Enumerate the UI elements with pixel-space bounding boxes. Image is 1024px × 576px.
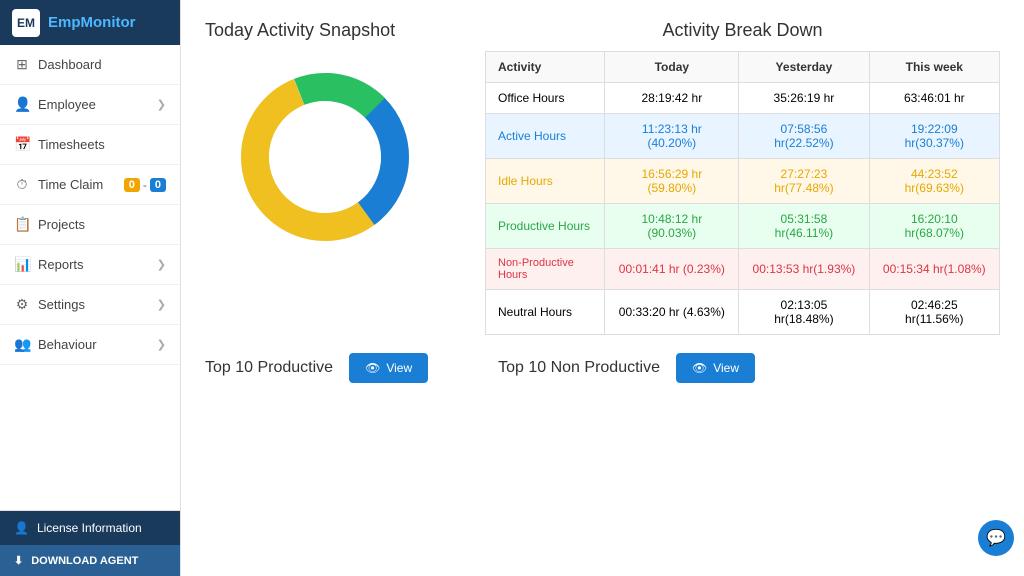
timeclaim-badges: 0 - 0 — [124, 178, 166, 192]
row-yesterday: 02:13:05hr(18.48%) — [739, 290, 869, 335]
view-label: View — [386, 361, 412, 375]
chevron-right-icon: ❯ — [157, 338, 166, 351]
row-label: Neutral Hours — [486, 290, 605, 335]
sidebar-item-behaviour[interactable]: 👥 Behaviour ❯ — [0, 325, 180, 365]
logo-monitor: Monitor — [81, 14, 136, 31]
row-today: 11:23:13 hr(40.20%) — [605, 114, 739, 159]
row-today: 28:19:42 hr — [605, 83, 739, 114]
sidebar-item-label: Settings — [38, 297, 157, 312]
sidebar-item-dashboard[interactable]: ⊞ Dashboard — [0, 45, 180, 85]
row-label: Productive Hours — [486, 204, 605, 249]
donut-chart — [225, 57, 425, 257]
view-icon: 👁 — [692, 361, 707, 375]
non-productive-title: Top 10 Non Productive — [498, 359, 660, 377]
license-icon: 👤 — [14, 521, 29, 535]
logo-text: EmpMonitor — [48, 14, 136, 31]
row-today: 10:48:12 hr(90.03%) — [605, 204, 739, 249]
table-row: Office Hours 28:19:42 hr 35:26:19 hr 63:… — [486, 83, 1000, 114]
bottom-left: Top 10 Productive 👁 View — [205, 353, 428, 383]
sidebar: EM EmpMonitor ⊞ Dashboard 👤 Employee ❯ 📅… — [0, 0, 181, 576]
logo-area: EM EmpMonitor — [0, 0, 180, 45]
row-today: 00:01:41 hr (0.23%) — [605, 249, 739, 290]
table-row: Neutral Hours 00:33:20 hr (4.63%) 02:13:… — [486, 290, 1000, 335]
chat-bubble[interactable]: 💬 — [978, 520, 1014, 556]
sidebar-item-settings[interactable]: ⚙ Settings ❯ — [0, 285, 180, 325]
badge-val1: 0 — [124, 178, 140, 192]
row-label: Office Hours — [486, 83, 605, 114]
view-icon: 👁 — [365, 361, 380, 375]
sidebar-item-label: Time Claim — [38, 177, 124, 192]
dashboard-icon: ⊞ — [14, 56, 30, 73]
sidebar-bottom: 👤 License Information ⬇ DOWNLOAD AGENT — [0, 510, 180, 576]
col-header-yesterday: Yesterday — [739, 52, 869, 83]
view-productive-button[interactable]: 👁 View — [349, 353, 428, 383]
sidebar-item-reports[interactable]: 📊 Reports ❯ — [0, 245, 180, 285]
row-today: 16:56:29 hr(59.80%) — [605, 159, 739, 204]
breakdown-section: Activity Break Down Activity Today Yeste… — [485, 20, 1000, 335]
sidebar-item-label: Behaviour — [38, 337, 157, 352]
row-label: Idle Hours — [486, 159, 605, 204]
row-yesterday: 05:31:58hr(46.11%) — [739, 204, 869, 249]
table-row: Non-ProductiveHours 00:01:41 hr (0.23%) … — [486, 249, 1000, 290]
col-header-week: This week — [869, 52, 999, 83]
settings-icon: ⚙ — [14, 296, 30, 313]
breakdown-title: Activity Break Down — [485, 20, 1000, 41]
breakdown-table: Activity Today Yesterday This week Offic… — [485, 51, 1000, 335]
row-week: 16:20:10hr(68.07%) — [869, 204, 999, 249]
sidebar-item-label: Projects — [38, 217, 166, 232]
col-header-today: Today — [605, 52, 739, 83]
reports-icon: 📊 — [14, 256, 30, 273]
main-content: Today Activity Snapshot — [181, 0, 1024, 576]
badge-val2: 0 — [150, 178, 166, 192]
license-label: License Information — [37, 521, 142, 535]
bottom-right: Top 10 Non Productive 👁 View — [498, 353, 755, 383]
row-week: 02:46:25hr(11.56%) — [869, 290, 999, 335]
row-today: 00:33:20 hr (4.63%) — [605, 290, 739, 335]
sidebar-item-label: Reports — [38, 257, 157, 272]
sidebar-item-employee[interactable]: 👤 Employee ❯ — [0, 85, 180, 125]
row-week: 63:46:01 hr — [869, 83, 999, 114]
download-label: DOWNLOAD AGENT — [31, 555, 138, 567]
sidebar-item-projects[interactable]: 📋 Projects — [0, 205, 180, 245]
behaviour-icon: 👥 — [14, 336, 30, 353]
snapshot-section: Today Activity Snapshot — [205, 20, 1000, 335]
chevron-right-icon: ❯ — [157, 298, 166, 311]
sidebar-item-label: Dashboard — [38, 57, 166, 72]
snapshot-left: Today Activity Snapshot — [205, 20, 445, 257]
row-yesterday: 07:58:56hr(22.52%) — [739, 114, 869, 159]
timeclaim-icon: ⏱ — [14, 176, 30, 193]
row-yesterday: 35:26:19 hr — [739, 83, 869, 114]
table-row: Idle Hours 16:56:29 hr(59.80%) 27:27:23h… — [486, 159, 1000, 204]
sidebar-item-timeclaim[interactable]: ⏱ Time Claim 0 - 0 — [0, 165, 180, 205]
productive-title: Top 10 Productive — [205, 359, 333, 377]
view-non-productive-button[interactable]: 👁 View — [676, 353, 755, 383]
row-yesterday: 00:13:53 hr(1.93%) — [739, 249, 869, 290]
sidebar-item-label: Timesheets — [38, 137, 166, 152]
bottom-section: Top 10 Productive 👁 View Top 10 Non Prod… — [205, 353, 1000, 383]
sidebar-item-label: Employee — [38, 97, 157, 112]
license-button[interactable]: 👤 License Information — [0, 511, 180, 545]
row-week: 19:22:09hr(30.37%) — [869, 114, 999, 159]
download-icon: ⬇ — [14, 554, 23, 567]
table-row: Productive Hours 10:48:12 hr(90.03%) 05:… — [486, 204, 1000, 249]
col-header-activity: Activity — [486, 52, 605, 83]
chevron-right-icon: ❯ — [157, 258, 166, 271]
row-label: Active Hours — [486, 114, 605, 159]
projects-icon: 📋 — [14, 216, 30, 233]
row-yesterday: 27:27:23hr(77.48%) — [739, 159, 869, 204]
chevron-right-icon: ❯ — [157, 98, 166, 111]
logo-icon: EM — [12, 9, 40, 37]
download-agent-button[interactable]: ⬇ DOWNLOAD AGENT — [0, 545, 180, 576]
row-week: 00:15:34 hr(1.08%) — [869, 249, 999, 290]
snapshot-title: Today Activity Snapshot — [205, 20, 445, 41]
sidebar-item-timesheets[interactable]: 📅 Timesheets — [0, 125, 180, 165]
table-row: Active Hours 11:23:13 hr(40.20%) 07:58:5… — [486, 114, 1000, 159]
logo-emp: Emp — [48, 14, 81, 31]
row-label: Non-ProductiveHours — [486, 249, 605, 290]
employee-icon: 👤 — [14, 96, 30, 113]
row-week: 44:23:52hr(69.63%) — [869, 159, 999, 204]
view-label: View — [713, 361, 739, 375]
timesheets-icon: 📅 — [14, 136, 30, 153]
